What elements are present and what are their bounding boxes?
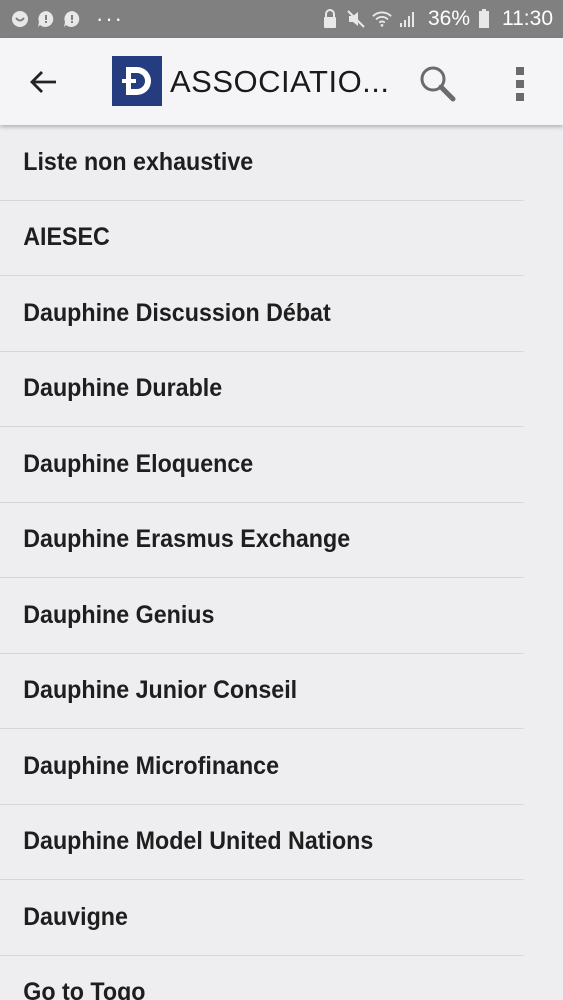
battery-percent: 36%	[427, 7, 470, 30]
status-right: 36% 11:30	[320, 7, 553, 31]
chat-icon	[62, 9, 82, 29]
list-item[interactable]: Dauphine Genius	[0, 578, 524, 654]
chat-icon	[36, 9, 56, 29]
list-item[interactable]: Dauphine Durable	[0, 352, 524, 427]
more-vert-icon	[516, 67, 524, 101]
list-item[interactable]: Dauphine Discussion Débat	[0, 276, 524, 352]
more-options-button[interactable]	[505, 66, 535, 102]
list-item[interactable]: Dauphine Microfinance	[0, 729, 524, 805]
list-item[interactable]: Dauphine Model United Nations	[0, 805, 524, 880]
status-bar: ··· 36% 11:30	[0, 0, 563, 38]
signal-icon	[398, 9, 418, 29]
lock-icon	[320, 9, 340, 29]
messenger-icon	[10, 9, 30, 29]
list-item[interactable]: Dauvigne	[0, 880, 524, 956]
list-item[interactable]: Liste non exhaustive	[0, 125, 524, 201]
list-item[interactable]: Dauphine Eloquence	[0, 427, 524, 503]
notification-overflow: ···	[96, 6, 124, 31]
search-icon	[420, 66, 456, 102]
status-left: ···	[10, 8, 124, 30]
search-button[interactable]	[418, 64, 458, 104]
list-item[interactable]: Go to Togo	[0, 956, 524, 1000]
list-item[interactable]: AIESEC	[0, 201, 524, 276]
back-arrow-icon	[30, 71, 56, 93]
mute-icon	[346, 9, 366, 29]
back-button[interactable]	[28, 66, 60, 98]
list-item[interactable]: Dauphine Erasmus Exchange	[0, 503, 524, 578]
association-list: Liste non exhaustive AIESEC Dauphine Dis…	[0, 125, 563, 1000]
list-item[interactable]: Dauphine Junior Conseil	[0, 654, 524, 729]
wifi-icon	[372, 9, 392, 29]
app-logo	[112, 56, 162, 106]
battery-icon	[474, 9, 494, 29]
app-title: ASSOCIATIO...	[170, 64, 390, 99]
clock: 11:30	[502, 7, 553, 30]
dauphine-logo-icon	[112, 56, 162, 106]
app-bar: ASSOCIATIO...	[0, 38, 563, 125]
